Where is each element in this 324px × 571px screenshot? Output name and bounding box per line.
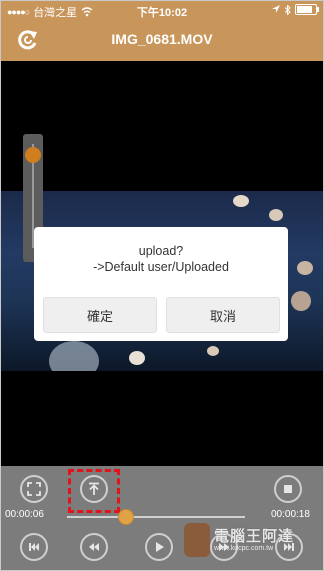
jellyfish-image [207, 346, 219, 356]
jellyfish-image [291, 291, 311, 311]
page-title: IMG_0681.MOV [111, 31, 213, 47]
jellyfish-image [49, 341, 99, 371]
skip-start-button[interactable] [20, 533, 48, 561]
watermark-avatar [184, 523, 210, 557]
progress-knob[interactable] [117, 509, 134, 525]
watermark-text: 電腦王阿達 [214, 527, 295, 545]
skip-start-icon [29, 543, 39, 551]
jellyfish-image [297, 261, 313, 275]
dialog-question: upload? [138, 244, 184, 258]
total-time: 00:00:18 [271, 509, 310, 520]
dialog-message: upload? ->Default user/Uploaded [34, 243, 288, 275]
watermark: 電腦王阿達 www.kocpc.com.tw [184, 523, 320, 561]
bluetooth-icon [284, 4, 291, 15]
confirm-button[interactable]: 確定 [43, 297, 157, 333]
location-icon [272, 5, 280, 13]
fullscreen-button[interactable] [20, 475, 48, 503]
rewind-button[interactable] [80, 533, 108, 561]
current-time: 00:00:06 [5, 509, 44, 520]
watermark-url: www.kocpc.com.tw [214, 545, 274, 552]
battery-level [297, 6, 313, 13]
status-right [272, 4, 319, 15]
jellyfish-image [129, 351, 145, 365]
upload-dialog: upload? ->Default user/Uploaded 確定 取消 [34, 227, 288, 341]
play-button[interactable] [145, 533, 173, 561]
app-frame: ●●●●○ 台灣之星 下午10:02 IMG_0681.MOV upload? … [0, 0, 324, 571]
play-icon [156, 542, 164, 552]
jellyfish-image [233, 195, 249, 207]
progress-track[interactable] [67, 516, 245, 518]
rewind-icon [89, 543, 99, 551]
jellyfish-image [269, 209, 283, 221]
title-bar: IMG_0681.MOV [1, 19, 323, 61]
battery-icon [295, 4, 319, 15]
fullscreen-icon [27, 482, 41, 496]
volume-knob[interactable] [25, 147, 41, 163]
stop-icon [284, 485, 292, 493]
dialog-destination: ->Default user/Uploaded [93, 260, 229, 274]
player-controls: 00:00:06 00:00:18 電腦王阿達 www.kocpc.com.tw [1, 466, 323, 570]
upload-highlight [68, 469, 120, 513]
stop-button[interactable] [274, 475, 302, 503]
status-bar: ●●●●○ 台灣之星 下午10:02 [1, 1, 323, 19]
cancel-button[interactable]: 取消 [166, 297, 280, 333]
